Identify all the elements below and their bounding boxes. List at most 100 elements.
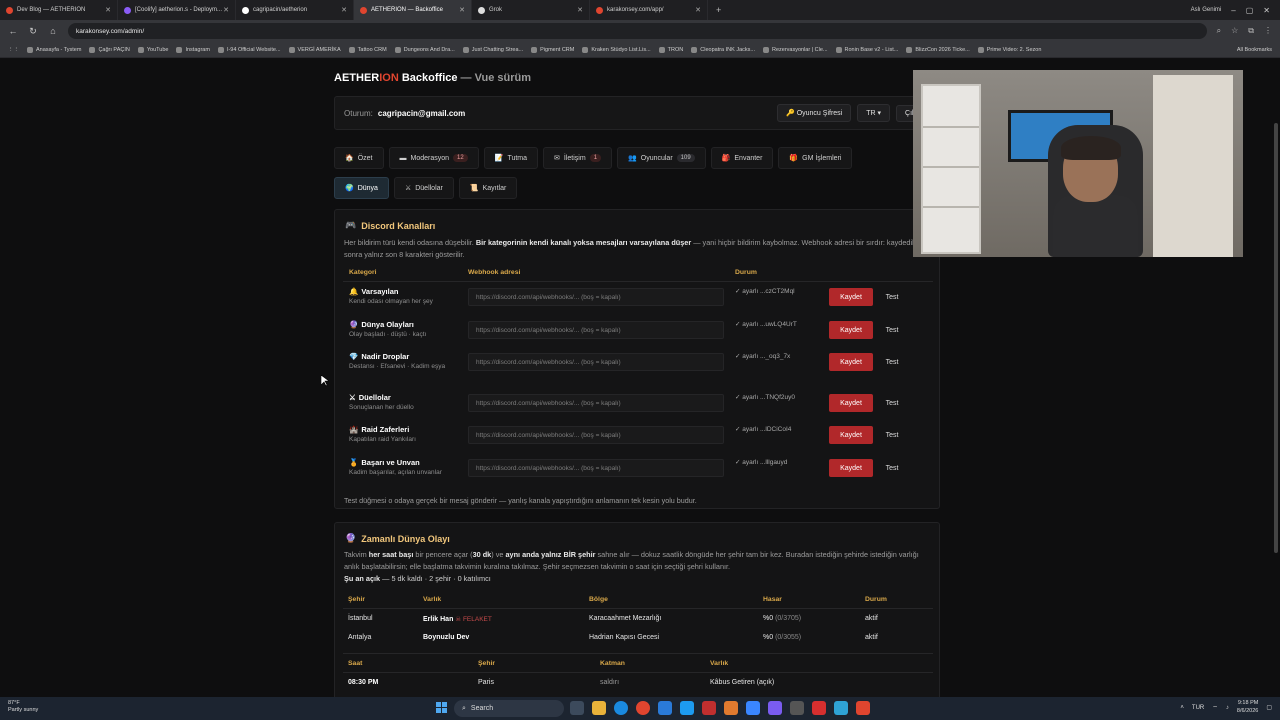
webhook-input[interactable]: https://discord.com/api/webhooks/... (bo… <box>468 288 724 306</box>
language-indicator[interactable]: TUR <box>1192 705 1204 711</box>
youtube-icon[interactable] <box>812 701 826 715</box>
browser-tab[interactable]: AETHERION — Backoffice ✕ <box>354 0 472 20</box>
chrome-icon[interactable] <box>636 701 650 715</box>
webhook-input[interactable]: https://discord.com/api/webhooks/... (bo… <box>468 394 724 412</box>
test-button[interactable]: Test <box>878 426 906 444</box>
bookmark-item[interactable]: Pigment CRM <box>531 46 574 53</box>
person-hair <box>1061 136 1121 160</box>
bookmark-item[interactable]: YouTube <box>137 46 168 53</box>
app-icon[interactable] <box>724 701 738 715</box>
save-button[interactable]: Kaydet <box>829 394 873 412</box>
home-icon[interactable]: ⌂ <box>48 26 58 36</box>
reload-icon[interactable]: ↻ <box>28 26 38 37</box>
tab-envanter[interactable]: 🎒 Envanter <box>710 147 774 169</box>
save-button[interactable]: Kaydet <box>829 459 873 477</box>
test-button[interactable]: Test <box>878 459 906 477</box>
star-icon[interactable]: ☆ <box>1231 26 1238 36</box>
tab-i-leti-im[interactable]: ✉ İletişim 1 <box>543 147 613 169</box>
weather-widget[interactable]: 87°F Partly sunny <box>8 700 38 714</box>
close-icon[interactable]: ✕ <box>105 6 111 14</box>
close-icon[interactable]: ✕ <box>577 6 583 14</box>
url-input[interactable]: karakonsey.com/admin/ <box>68 23 1207 39</box>
notification-icon[interactable]: ▢ <box>1266 704 1272 711</box>
bookmark-item[interactable]: Tattoo CRM <box>348 46 387 53</box>
bookmark-item[interactable]: Cleopatra INK Jacks... <box>691 46 755 53</box>
zoom-icon[interactable]: ⌕ <box>1217 26 1221 36</box>
close-icon[interactable]: ✕ <box>223 6 229 14</box>
app-icon[interactable] <box>702 701 716 715</box>
vscode-icon[interactable] <box>746 701 760 715</box>
telegram-icon[interactable] <box>834 701 848 715</box>
bookmark-item[interactable]: Anasayfa - Tystem <box>27 46 81 53</box>
app-icon[interactable] <box>856 701 870 715</box>
profile-name[interactable]: Aslı Genimi <box>1191 7 1222 13</box>
language-select[interactable]: TR ▾ <box>857 104 891 122</box>
browser-tab[interactable]: [Coolify] aetherion.s - Deploym... ✕ <box>118 0 236 20</box>
tab--zet[interactable]: 🏠 Özet <box>334 147 384 169</box>
bookmark-item[interactable]: Dungeons And Dra... <box>394 46 455 53</box>
browser-tab[interactable]: Dev Blog — AETHERION ✕ <box>0 0 118 20</box>
close-window-icon[interactable]: ✕ <box>1263 6 1270 15</box>
bookmark-item[interactable]: Kraken Stüdyo List.Lis... <box>582 46 651 53</box>
bookmark-item[interactable]: Rezervasyonlar | Cle... <box>762 46 828 53</box>
terminal-icon[interactable] <box>790 701 804 715</box>
close-icon[interactable]: ✕ <box>459 6 465 14</box>
bookmark-item[interactable]: TRON <box>658 46 683 53</box>
webhook-input[interactable]: https://discord.com/api/webhooks/... (bo… <box>468 321 724 339</box>
tab-oyuncular[interactable]: 👥 Oyuncular 109 <box>617 147 706 169</box>
edge-icon[interactable] <box>614 701 628 715</box>
tab-moderasyon[interactable]: ▬ Moderasyon 12 <box>388 147 479 169</box>
test-button[interactable]: Test <box>878 288 906 306</box>
webhook-input[interactable]: https://discord.com/api/webhooks/... (bo… <box>468 426 724 444</box>
taskbar-search[interactable]: ⌕ Search <box>454 700 564 717</box>
save-button[interactable]: Kaydet <box>829 288 873 306</box>
bookmark-item[interactable]: Instagram <box>176 46 210 53</box>
test-button[interactable]: Test <box>878 353 906 371</box>
task-view-icon[interactable] <box>570 701 584 715</box>
bookmark-item[interactable]: Ronin Base v2 - List... <box>835 46 898 53</box>
new-tab-button[interactable]: + <box>708 5 729 15</box>
save-button[interactable]: Kaydet <box>829 426 873 444</box>
close-icon[interactable]: ✕ <box>341 6 347 14</box>
maximize-icon[interactable]: ▢ <box>1246 6 1254 15</box>
discord-icon[interactable] <box>768 701 782 715</box>
subtab-0[interactable]: 🌍 Dünya <box>334 177 389 199</box>
extensions-icon[interactable]: ⧉ <box>1248 26 1254 36</box>
tab-tutma[interactable]: 📝 Tutma <box>483 147 539 169</box>
bookmark-item[interactable]: Just Chatting Strea... <box>462 46 523 53</box>
skype-icon[interactable] <box>680 701 694 715</box>
test-button[interactable]: Test <box>878 321 906 339</box>
windows-start-icon[interactable] <box>436 702 447 713</box>
wifi-icon[interactable]: ⌔ <box>1212 704 1218 712</box>
store-icon[interactable] <box>658 701 672 715</box>
tab-gm-i-lemleri[interactable]: 🎁 GM İşlemleri <box>778 147 853 169</box>
file-explorer-icon[interactable] <box>592 701 606 715</box>
browser-tab[interactable]: cagripacin/aetherion ✕ <box>236 0 354 20</box>
all-bookmarks[interactable]: All Bookmarks <box>1237 47 1272 53</box>
bookmark-item[interactable]: Prime Video: 2. Sezon <box>977 46 1041 53</box>
bookmark-item[interactable]: VERGİ AMERİKA <box>288 46 341 53</box>
chevron-up-icon[interactable]: ˄ <box>1180 705 1184 711</box>
menu-icon[interactable]: ⋮ <box>1264 26 1272 36</box>
back-icon[interactable]: ← <box>8 26 18 36</box>
volume-icon[interactable]: ♪ <box>1226 705 1229 711</box>
webhook-input[interactable]: https://discord.com/api/webhooks/... (bo… <box>468 353 724 371</box>
browser-tab[interactable]: Grok ✕ <box>472 0 590 20</box>
clock[interactable]: 9:18 PM 8/6/2026 <box>1237 700 1258 715</box>
subtab-2[interactable]: 📜 Kayıtlar <box>458 177 518 199</box>
url-text: karakonsey.com/admin/ <box>76 27 145 35</box>
test-button[interactable]: Test <box>878 394 906 412</box>
minimize-icon[interactable]: – <box>1231 6 1235 15</box>
webhook-input[interactable]: https://discord.com/api/webhooks/... (bo… <box>468 459 724 477</box>
browser-tab[interactable]: karakonsey.com/app/ ✕ <box>590 0 708 20</box>
apps-icon[interactable]: ⋮⋮ <box>8 47 19 53</box>
subtab-1[interactable]: ⚔ Düellolar <box>393 177 454 199</box>
bookmark-item[interactable]: BlizzCon 2026 Ticke... <box>906 46 970 53</box>
page-scrollbar[interactable] <box>1274 123 1278 553</box>
player-password-button[interactable]: 🔑 Oyuncu Şifresi <box>777 104 852 122</box>
bookmark-item[interactable]: I-94 Official Website... <box>217 46 281 53</box>
bookmark-item[interactable]: Çağrı PAÇIN <box>89 46 130 53</box>
close-icon[interactable]: ✕ <box>695 6 701 14</box>
save-button[interactable]: Kaydet <box>829 353 873 371</box>
save-button[interactable]: Kaydet <box>829 321 873 339</box>
